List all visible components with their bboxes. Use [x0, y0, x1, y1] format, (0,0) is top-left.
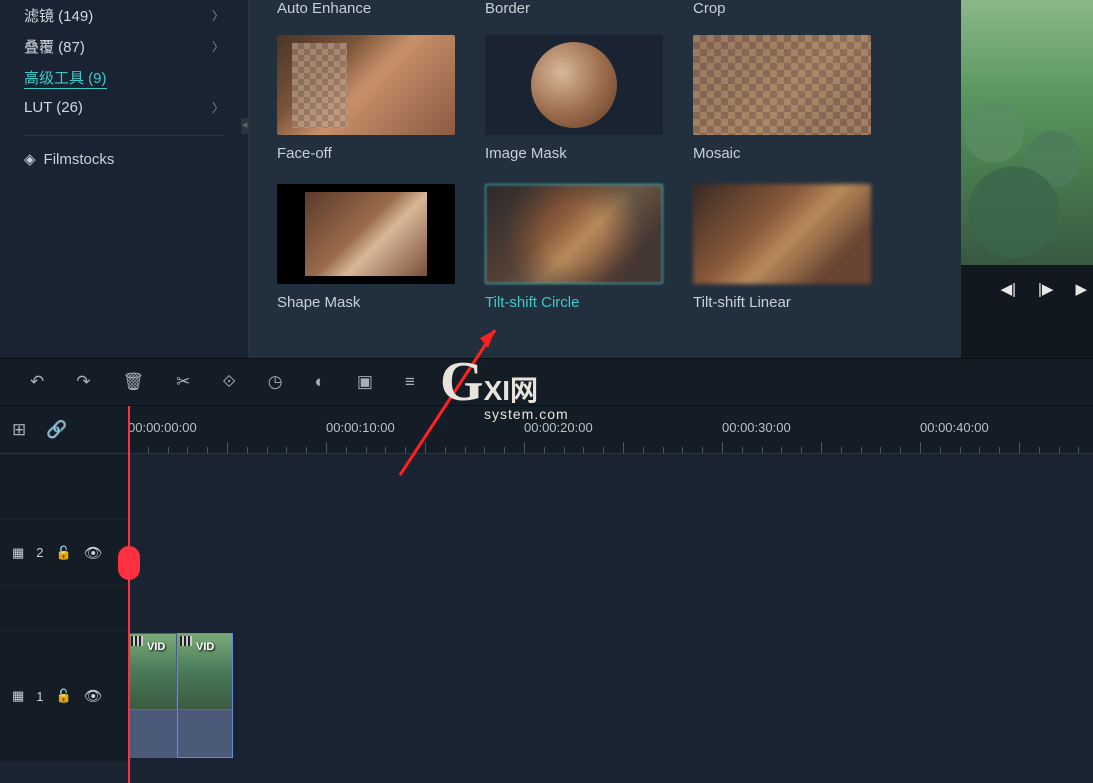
play-button[interactable]: ▶	[1075, 280, 1087, 298]
track-number: 2	[36, 545, 43, 560]
cut-icon[interactable]: ✂	[176, 372, 190, 392]
speed-icon[interactable]: ◷	[268, 372, 283, 392]
video-clip-1[interactable]: VID	[128, 633, 177, 758]
effect-thumbnail	[693, 35, 871, 135]
green-screen-icon[interactable]: ▣	[357, 372, 373, 392]
chevron-right-icon: 〉	[212, 7, 224, 24]
timeline-playhead[interactable]	[128, 406, 130, 783]
chevron-right-icon: 〉	[212, 38, 224, 55]
sidebar-item-overlays[interactable]: 叠覆 (87) 〉	[24, 31, 224, 62]
effect-thumbnail	[693, 184, 871, 284]
effect-thumbnail	[485, 184, 663, 284]
effect-item-tilt-shift-circle[interactable]: Tilt-shift Circle	[485, 184, 665, 311]
divider	[24, 135, 224, 136]
timeline-toolbar: ↶ ↷ 🗑 ✂ ⟐ ◷ ◐ ▣ ≡	[0, 358, 1093, 406]
effect-label: Crop	[693, 0, 873, 17]
effect-label: Tilt-shift Linear	[693, 294, 873, 311]
effect-thumbnail	[277, 184, 455, 284]
sidebar-item-advanced-tools[interactable]: 高级工具 (9)	[24, 62, 224, 94]
collapse-sidebar-handle[interactable]	[241, 118, 249, 134]
lock-icon[interactable]: 🔓	[56, 545, 72, 561]
timeline-track-2: ▦ 2 🔓 👁	[0, 520, 1093, 585]
video-clip-2[interactable]: VID	[177, 633, 233, 758]
track-number: 1	[36, 689, 43, 704]
visibility-icon[interactable]: 👁	[84, 544, 103, 562]
timeline-track-1: ▦ 1 🔓 👁 VID VID	[0, 631, 1093, 761]
effect-label: Face-off	[277, 145, 457, 162]
preview-image	[961, 0, 1093, 265]
clip-label: VID	[147, 641, 165, 653]
effect-thumbnail	[485, 35, 663, 135]
timecode: 00:00:00:00	[128, 420, 197, 435]
timeline-ruler-row: ⊞ 🔗 00:00:00:00 00:00:10:00 00:00:20:00 …	[0, 406, 1093, 454]
timecode: 00:00:40:00	[920, 420, 989, 435]
film-icon: ▦	[12, 545, 24, 561]
redo-icon[interactable]: ↷	[76, 372, 90, 392]
effect-label: Border	[485, 0, 665, 17]
effect-label: Tilt-shift Circle	[485, 294, 665, 311]
cube-icon: ◈	[24, 150, 36, 168]
playhead-handle[interactable]	[118, 546, 140, 580]
timecode: 00:00:20:00	[524, 420, 593, 435]
lock-icon[interactable]: 🔓	[56, 688, 72, 704]
video-preview-panel: ◀| |▶ ▶	[961, 0, 1093, 358]
timeline-track-empty	[0, 454, 1093, 519]
timecode: 00:00:10:00	[326, 420, 395, 435]
effect-item-shape-mask[interactable]: Shape Mask	[277, 184, 457, 311]
player-controls: ◀| |▶ ▶	[961, 280, 1093, 298]
visibility-icon[interactable]: 👁	[84, 687, 103, 705]
filmstocks-link[interactable]: ◈ Filmstocks	[24, 150, 224, 168]
prev-frame-button[interactable]: ◀|	[1001, 280, 1016, 298]
link-icon[interactable]: 🔗	[46, 420, 67, 440]
sidebar-item-filters[interactable]: 滤镜 (149) 〉	[24, 0, 224, 31]
delete-icon[interactable]: 🗑	[123, 372, 145, 392]
effect-thumbnail	[277, 35, 455, 135]
film-icon: ▦	[12, 688, 24, 704]
effect-label: Mosaic	[693, 145, 873, 162]
effect-label: Image Mask	[485, 145, 665, 162]
chevron-right-icon: 〉	[212, 99, 224, 116]
effect-item-image-mask[interactable]: Image Mask	[485, 35, 665, 162]
timeline-ruler[interactable]: 00:00:00:00 00:00:10:00 00:00:20:00 00:0…	[128, 406, 1093, 453]
timecode: 00:00:30:00	[722, 420, 791, 435]
crop-icon[interactable]: ⟐	[222, 372, 235, 392]
effect-label: Auto Enhance	[277, 0, 457, 17]
clip-label: VID	[196, 641, 214, 653]
next-frame-button[interactable]: |▶	[1038, 280, 1053, 298]
effects-grid-panel: Auto Enhance Border Crop Face-off Image …	[248, 0, 961, 358]
effect-item-face-off[interactable]: Face-off	[277, 35, 457, 162]
sidebar-item-lut[interactable]: LUT (26) 〉	[24, 94, 224, 121]
effect-label: Shape Mask	[277, 294, 457, 311]
timeline-track-spacer	[0, 586, 1093, 630]
settings-icon[interactable]: ≡	[405, 372, 415, 392]
color-icon[interactable]: ◐	[315, 372, 325, 392]
timeline-section: ⊞ 🔗 00:00:00:00 00:00:10:00 00:00:20:00 …	[0, 406, 1093, 761]
effect-item-tilt-shift-linear[interactable]: Tilt-shift Linear	[693, 184, 873, 311]
undo-icon[interactable]: ↶	[30, 372, 44, 392]
category-sidebar: 滤镜 (149) 〉 叠覆 (87) 〉 高级工具 (9) LUT (26) 〉…	[0, 0, 248, 358]
effect-item-mosaic[interactable]: Mosaic	[693, 35, 873, 162]
add-marker-icon[interactable]: ⊞	[12, 420, 26, 440]
